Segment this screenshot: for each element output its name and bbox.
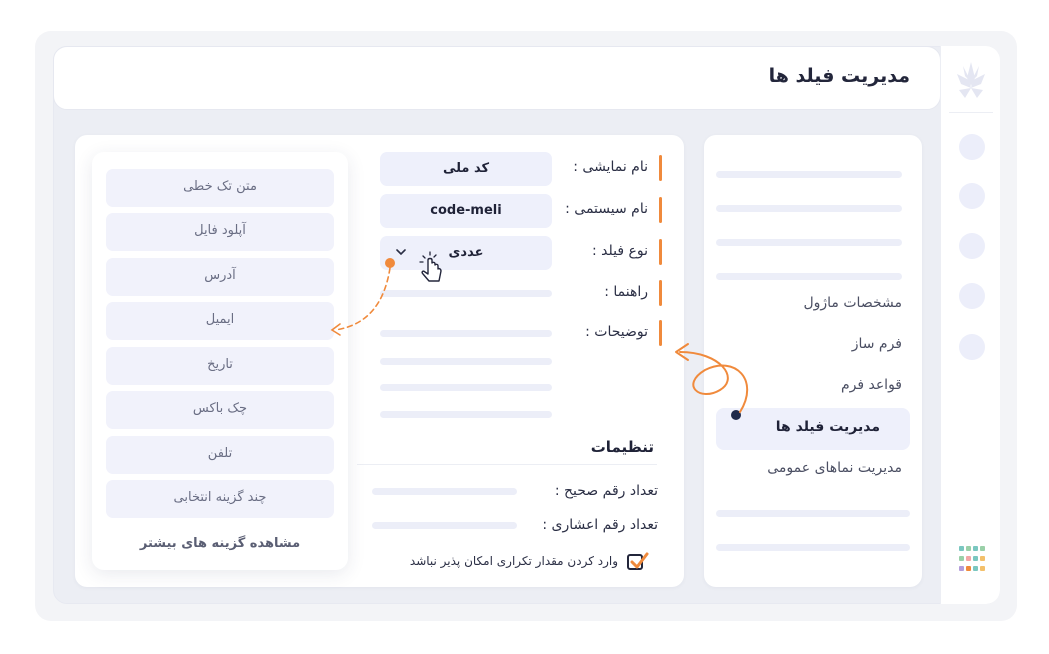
- sidebar-placeholder: [716, 544, 910, 551]
- rail-nav-dot-4[interactable]: [959, 283, 985, 309]
- sidebar-placeholder: [716, 171, 902, 178]
- display-name-label: نام نمایشی :: [573, 159, 648, 175]
- integer-digits-input[interactable]: [372, 488, 517, 495]
- display-name-value: کد ملی: [442, 161, 490, 176]
- decimal-digits-label: تعداد رقم اعشاری :: [542, 517, 658, 533]
- dropdown-option[interactable]: آدرس: [106, 258, 334, 296]
- description-placeholder: [380, 358, 552, 365]
- decimal-digits-input[interactable]: [372, 522, 517, 529]
- dropdown-option[interactable]: چک باکس: [106, 391, 334, 429]
- leaf-logo-icon: [951, 56, 991, 106]
- integer-digits-label: تعداد رقم صحیح :: [554, 483, 658, 499]
- field-type-label: نوع فیلد :: [592, 243, 648, 259]
- sidebar-item-field-management[interactable]: مدیریت فیلد ها: [716, 408, 910, 450]
- field-accent-bar: [659, 155, 662, 181]
- dropdown-option[interactable]: ایمیل: [106, 302, 334, 340]
- field-accent-bar: [659, 239, 662, 265]
- checkmark-icon: [630, 552, 649, 569]
- sidebar-placeholder: [716, 510, 910, 517]
- description-input[interactable]: [380, 330, 552, 337]
- description-placeholder: [380, 411, 552, 418]
- sidebar-placeholder: [716, 205, 902, 212]
- sidebar-item-module-specs[interactable]: مشخصات ماژول: [803, 295, 902, 311]
- module-sidebar: مشخصات ماژول فرم ساز قواعد فرم مدیریت فی…: [704, 135, 922, 587]
- option-label: تاریخ: [207, 357, 233, 372]
- guide-label: راهنما :: [604, 284, 648, 300]
- icon-rail: [940, 46, 1000, 604]
- rail-divider: [949, 112, 993, 113]
- description-label: توضیحات :: [585, 324, 648, 340]
- header-bar: مدیریت فیلد ها: [53, 46, 941, 110]
- dropdown-option[interactable]: متن تک خطی: [106, 169, 334, 207]
- field-type-value: عددی: [448, 245, 484, 260]
- dropdown-option[interactable]: تلفن: [106, 436, 334, 474]
- field-accent-bar: [659, 280, 662, 306]
- option-label: چند گزینه انتخابی: [173, 490, 267, 505]
- rail-nav-dot-5[interactable]: [959, 334, 985, 360]
- rail-nav-dot-2[interactable]: [959, 183, 985, 209]
- show-more-options-link[interactable]: مشاهده گزینه های بیشتر: [92, 536, 348, 551]
- settings-divider: [357, 464, 657, 465]
- dropdown-option[interactable]: تاریخ: [106, 347, 334, 385]
- display-name-input[interactable]: کد ملی: [380, 152, 552, 186]
- sidebar-placeholder: [716, 273, 902, 280]
- rail-nav-dot-3[interactable]: [959, 233, 985, 259]
- option-label: آپلود فایل: [194, 223, 246, 238]
- no-duplicate-checkbox[interactable]: [627, 552, 649, 570]
- system-name-label: نام سیستمی :: [565, 201, 648, 217]
- field-type-dropdown: متن تک خطی آپلود فایل آدرس ایمیل تاریخ چ…: [92, 152, 348, 570]
- sidebar-placeholder: [716, 239, 902, 246]
- system-name-value: code-meli: [430, 203, 502, 218]
- option-label: ایمیل: [205, 312, 235, 327]
- settings-title: تنظیمات: [590, 438, 654, 456]
- apps-grid-icon[interactable]: [959, 546, 987, 574]
- option-label: چک باکس: [192, 401, 248, 416]
- dropdown-option[interactable]: چند گزینه انتخابی: [106, 480, 334, 518]
- option-label: آدرس: [204, 268, 236, 283]
- option-label: متن تک خطی: [183, 179, 257, 194]
- guide-input[interactable]: [380, 290, 552, 297]
- description-placeholder: [380, 384, 552, 391]
- sidebar-item-form-builder[interactable]: فرم ساز: [852, 336, 902, 352]
- no-duplicate-label: وارد کردن مقدار تکراری امکان پذیر نباشد: [409, 554, 618, 568]
- option-label: تلفن: [207, 446, 233, 461]
- sidebar-item-public-views[interactable]: مدیریت نماهای عمومی: [767, 460, 902, 476]
- page-title: مدیریت فیلد ها: [768, 65, 910, 87]
- rail-nav-dot-1[interactable]: [959, 134, 985, 160]
- dropdown-option[interactable]: آپلود فایل: [106, 213, 334, 251]
- field-type-select[interactable]: عددی: [380, 236, 552, 270]
- field-accent-bar: [659, 320, 662, 346]
- field-accent-bar: [659, 197, 662, 223]
- sidebar-item-form-rules[interactable]: قواعد فرم: [841, 377, 902, 393]
- sidebar-item-label: مدیریت فیلد ها: [775, 419, 880, 435]
- system-name-input[interactable]: code-meli: [380, 194, 552, 228]
